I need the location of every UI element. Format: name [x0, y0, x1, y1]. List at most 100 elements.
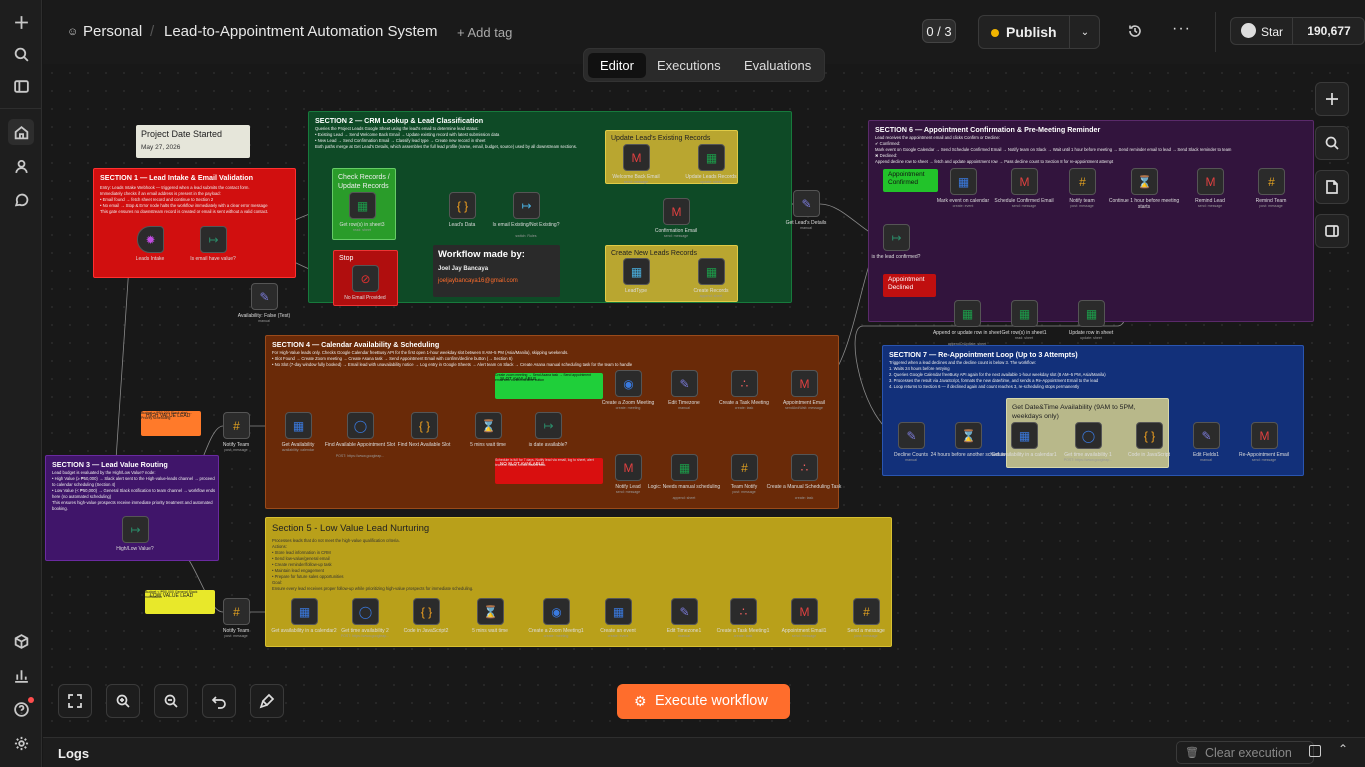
slot-available-note[interactable]: SLOT AVAILABLE Create zoom meeting → Sen… [495, 373, 603, 399]
execute-workflow-button[interactable]: ⚙ Execute workflow [617, 684, 790, 719]
node-t2[interactable]: ◯ [352, 598, 379, 625]
tab-editor[interactable]: Editor [588, 53, 646, 78]
node-is-confirmed[interactable]: ↦ [883, 224, 910, 251]
undo-button[interactable] [202, 684, 236, 718]
node-get-details[interactable]: ✎ [793, 190, 820, 217]
popout-icon[interactable] [1309, 745, 1321, 757]
publish-button[interactable]: Publish ⌄ [978, 15, 1100, 49]
node-email-check[interactable]: ↦ [200, 226, 227, 253]
node-tz2[interactable]: ✎ [671, 598, 698, 625]
node-availability-false[interactable]: ✎ [251, 283, 278, 310]
confirmed-note[interactable]: Appointment Confirmed [883, 169, 938, 192]
search-icon[interactable] [8, 41, 34, 67]
node-get-row1[interactable]: ▦ [1011, 300, 1038, 327]
node-get-rows[interactable]: ▦ [349, 192, 376, 219]
tab-evaluations[interactable]: Evaluations [732, 53, 823, 78]
tidy-up-button[interactable] [250, 684, 284, 718]
history-icon[interactable] [1127, 23, 1143, 44]
add-icon[interactable] [8, 9, 34, 35]
node-asana[interactable]: ∴ [731, 370, 758, 397]
workflow-title[interactable]: Lead-to-Appointment Automation System [164, 23, 438, 40]
workflow-canvas[interactable]: Project Date Started May 27, 2026 SECTIO… [43, 64, 1365, 737]
node-decline[interactable]: ✎ [898, 422, 925, 449]
node-leads-intake[interactable]: ✹ [137, 226, 164, 253]
node-append-row[interactable]: ▦ [954, 300, 981, 327]
node-create-records[interactable]: ▦ [698, 258, 725, 285]
node-sched-email[interactable]: M [1011, 168, 1038, 195]
node-notify-team-l[interactable]: # [223, 598, 250, 625]
node-zoom[interactable]: ◉ [615, 370, 642, 397]
node-edit-tz[interactable]: ✎ [671, 370, 698, 397]
low-value-note[interactable]: LOW VALUE LEAD Budget < ₱50,000 General … [145, 590, 215, 614]
node-high-low[interactable]: ↦ [122, 516, 149, 543]
node-leads-data[interactable]: { } [449, 192, 476, 219]
node-find-slot[interactable]: ◯ [347, 412, 374, 439]
node-update-row[interactable]: ▦ [1078, 300, 1105, 327]
node-manual-task[interactable]: ∴ [791, 454, 818, 481]
node-remind-team[interactable]: # [1258, 168, 1285, 195]
node-wait5[interactable]: ⌛ [475, 412, 502, 439]
node-update-leads[interactable]: ▦ [698, 144, 725, 171]
chevron-up-icon[interactable]: ⌃ [1338, 742, 1348, 756]
node-remind-lead[interactable]: M [1197, 168, 1224, 195]
project-date-note[interactable]: Project Date Started May 27, 2026 [136, 125, 250, 158]
node-js1[interactable]: { } [1136, 422, 1163, 449]
zoom-in-button[interactable] [106, 684, 140, 718]
side-panel-button[interactable] [1315, 214, 1349, 248]
node-sm2[interactable]: # [853, 598, 880, 625]
node-notify6[interactable]: # [1069, 168, 1096, 195]
credit-email[interactable]: joeljaybancaya16@gmail.com [438, 278, 518, 284]
node-lead-type[interactable]: ▦ [623, 258, 650, 285]
node-edit1[interactable]: ✎ [1193, 422, 1220, 449]
clear-execution-button[interactable]: 🗑 Clear execution [1176, 741, 1314, 764]
zoom-out-button[interactable] [154, 684, 188, 718]
node-ev2[interactable]: ▦ [605, 598, 632, 625]
credit-note[interactable]: Workflow made by: Joel Jay Bancaya joelj… [433, 245, 560, 297]
declined-note[interactable]: Appointment Declined [883, 274, 936, 297]
tab-executions[interactable]: Executions [645, 53, 733, 78]
search-nodes-button[interactable] [1315, 126, 1349, 160]
node-no-email[interactable]: ⊘ [352, 265, 379, 292]
node-continue[interactable]: ⌛ [1131, 168, 1158, 195]
add-node-button[interactable] [1315, 82, 1349, 116]
node-welcome-email[interactable]: M [623, 144, 650, 171]
node-w2[interactable]: ⌛ [477, 598, 504, 625]
user-icon[interactable] [8, 153, 34, 179]
high-value-note[interactable]: HIGH VALUE LEAD Budget ≥ ₱50,000 Slack a… [141, 411, 201, 436]
node-find-next[interactable]: { } [411, 412, 438, 439]
fit-view-button[interactable] [58, 684, 92, 718]
publish-menu-chevron-icon[interactable]: ⌄ [1069, 16, 1100, 48]
node-team-notify[interactable]: # [731, 454, 758, 481]
more-options-icon[interactable]: ··· [1172, 20, 1191, 38]
chat-icon[interactable] [8, 187, 34, 213]
node-notify-team-h[interactable]: # [223, 412, 250, 439]
node-get-avail[interactable]: ▦ [285, 412, 312, 439]
add-tag-button[interactable]: + Add tag [457, 25, 512, 40]
node-wait24[interactable]: ⌛ [955, 422, 982, 449]
no-slot-note[interactable]: NO SLOT AVAILABLE Schedule is full for 7… [495, 458, 603, 484]
node-confirmation-email[interactable]: M [663, 198, 690, 225]
node-zm2[interactable]: ◉ [543, 598, 570, 625]
node-appt-email[interactable]: M [791, 370, 818, 397]
node-notify-lead[interactable]: M [615, 454, 642, 481]
node-logic-manual[interactable]: ▦ [671, 454, 698, 481]
sidebar-toggle-icon[interactable] [8, 73, 34, 99]
node-as2[interactable]: ∴ [730, 598, 757, 625]
insights-icon[interactable] [8, 662, 34, 688]
node-ae2[interactable]: M [791, 598, 818, 625]
node-time1[interactable]: ◯ [1075, 422, 1102, 449]
node-is-date[interactable]: ↦ [535, 412, 562, 439]
node-cal1[interactable]: ▦ [1011, 422, 1038, 449]
node-js2[interactable]: { } [413, 598, 440, 625]
logs-bar[interactable]: Logs 🗑 Clear execution ⌃ [43, 737, 1365, 767]
version-counter[interactable]: 0 / 3 [922, 19, 956, 43]
breadcrumb-owner[interactable]: Personal [83, 23, 142, 40]
settings-icon[interactable] [8, 730, 34, 756]
home-icon[interactable] [8, 119, 34, 145]
templates-icon[interactable] [8, 628, 34, 654]
node-is-existing[interactable]: ↦ [513, 192, 540, 219]
sticky-note-button[interactable] [1315, 170, 1349, 204]
node-c2[interactable]: ▦ [291, 598, 318, 625]
node-reappt[interactable]: M [1251, 422, 1278, 449]
github-star-button[interactable]: Star 190,677 [1230, 17, 1365, 45]
